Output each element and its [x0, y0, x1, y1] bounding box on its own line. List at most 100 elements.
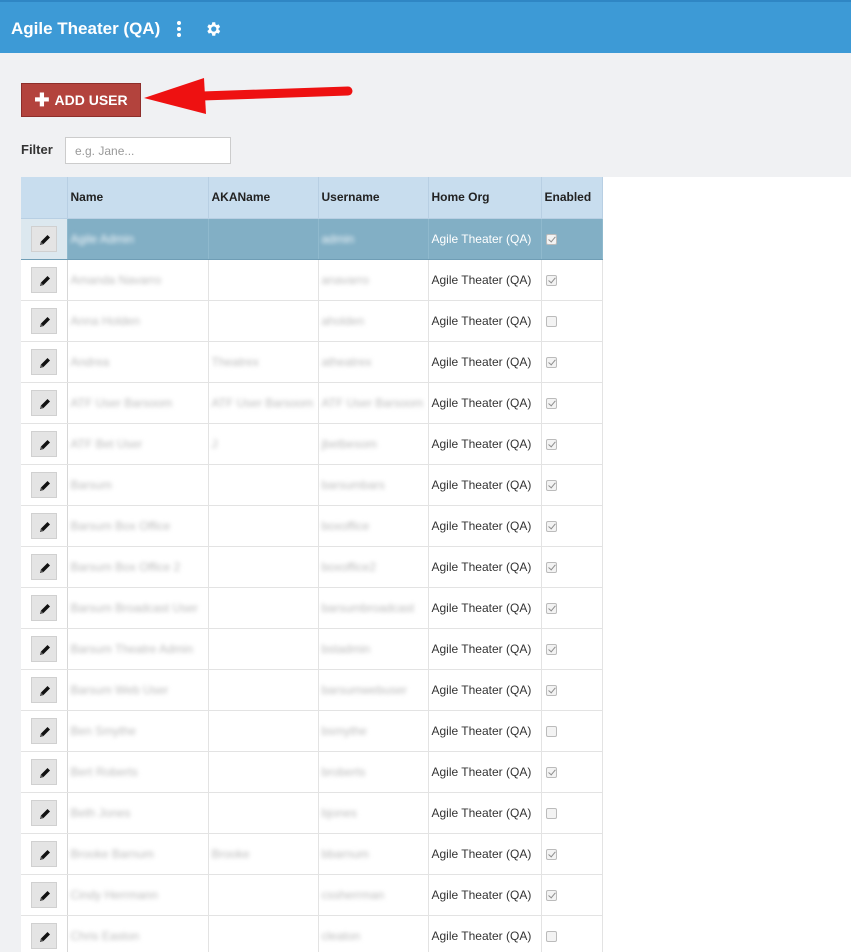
user-home-org: Agile Theater (QA) — [431, 887, 532, 902]
edit-user-button[interactable] — [30, 471, 57, 498]
edit-user-button[interactable] — [30, 594, 57, 621]
table-row[interactable]: Beth Jones bjones Agile Theater (QA) — [21, 792, 603, 834]
user-name: Barsum Box Office — [70, 518, 171, 533]
table-row[interactable]: Barsum Box Office 2 boxoffice2 Agile Theat… — [21, 546, 603, 588]
edit-user-button[interactable] — [30, 922, 57, 949]
table-row[interactable]: Andrea Theatrex atheatrex Agile Theater (QA… — [21, 341, 603, 383]
enabled-checkbox[interactable] — [545, 233, 557, 245]
table-row[interactable]: Brooke Barnum Brooke bbarnum Agile Theater … — [21, 833, 603, 875]
user-name: Bert Roberts — [70, 764, 138, 779]
table-row[interactable]: Barsum Broadcast User barsumbroadcast Agil… — [21, 587, 603, 629]
cell-home-org: Agile Theater (QA) — [428, 669, 542, 711]
column-header-username[interactable]: Username — [318, 177, 429, 219]
user-username: bstadmin — [321, 641, 371, 656]
enabled-checkbox[interactable] — [545, 479, 557, 491]
enabled-checkbox[interactable] — [545, 356, 557, 368]
cell-enabled — [541, 915, 603, 952]
edit-user-button[interactable] — [30, 266, 57, 293]
edit-user-button[interactable] — [30, 553, 57, 580]
edit-cell — [21, 505, 68, 547]
edit-user-button[interactable] — [30, 635, 57, 662]
enabled-checkbox[interactable] — [545, 643, 557, 655]
edit-user-button[interactable] — [30, 676, 57, 703]
cell-enabled — [541, 546, 603, 588]
enabled-checkbox[interactable] — [545, 766, 557, 778]
enabled-checkbox[interactable] — [545, 602, 557, 614]
table-row[interactable]: Anna Holden aholden Agile Theater (QA) — [21, 300, 603, 342]
table-row[interactable]: Barsum Box Office boxoffice Agile Theater … — [21, 505, 603, 547]
enabled-checkbox[interactable] — [545, 684, 557, 696]
user-username: broberts — [321, 764, 366, 779]
enabled-checkbox[interactable] — [545, 848, 557, 860]
column-header-home-org[interactable]: Home Org — [428, 177, 542, 219]
cell-name: Barsum — [67, 464, 209, 506]
table-row[interactable]: Cindy Herrmann cssherrman Agile Theater (Q… — [21, 874, 603, 916]
edit-user-button[interactable] — [30, 307, 57, 334]
edit-cell — [21, 259, 68, 301]
column-header-akaname[interactable]: AKAName — [208, 177, 319, 219]
table-row[interactable]: Agile Admin admin Agile Theater (QA) — [21, 218, 603, 260]
table-row[interactable]: Barsum Theatre Admin bstadmin Agile Theate… — [21, 628, 603, 670]
user-home-org: Agile Theater (QA) — [431, 764, 532, 779]
table-row[interactable]: Bert Roberts broberts Agile Theater (QA) — [21, 751, 603, 793]
table-row[interactable]: Barsum barsumbars Agile Theater (QA) — [21, 464, 603, 506]
user-akaname: Theatrex — [211, 354, 259, 369]
table-row[interactable]: ATF Bet User Jjbetbesom Agile Theater (QA) — [21, 423, 603, 465]
cell-name: Chris Easton — [67, 915, 209, 952]
edit-user-button[interactable] — [30, 840, 57, 867]
edit-user-button[interactable] — [30, 717, 57, 744]
edit-user-button[interactable] — [30, 758, 57, 785]
user-akaname: J — [211, 436, 218, 451]
enabled-checkbox[interactable] — [545, 315, 557, 327]
cell-username: barsumbroadcast — [318, 587, 429, 629]
user-username: boxoffice2 — [321, 559, 377, 574]
cell-name: ATF User Barsoom — [67, 382, 209, 424]
enabled-checkbox[interactable] — [545, 930, 557, 942]
column-header-enabled[interactable]: Enabled — [541, 177, 603, 219]
enabled-checkbox[interactable] — [545, 438, 557, 450]
cell-username: bbarnum — [318, 833, 429, 875]
user-name: Andrea — [70, 354, 110, 369]
edit-cell — [21, 464, 68, 506]
user-akaname: ATF User Barsoom — [211, 395, 314, 410]
table-row[interactable]: Chris Easton cleaton Agile Theater (QA) — [21, 915, 603, 952]
cell-enabled — [541, 874, 603, 916]
edit-user-button[interactable] — [30, 348, 57, 375]
edit-user-button[interactable] — [30, 512, 57, 539]
edit-user-button[interactable] — [30, 430, 57, 457]
edit-cell — [21, 915, 68, 952]
cell-username: broberts — [318, 751, 429, 793]
table-row[interactable]: Amanda Navarro anavarro Agile Theater (QA) — [21, 259, 603, 301]
column-header-name[interactable]: Name — [67, 177, 209, 219]
edit-user-button[interactable] — [30, 799, 57, 826]
cell-akaname — [208, 587, 319, 629]
table-row[interactable]: ATF User Barsoom ATF User Barsoom ATF User… — [21, 382, 603, 424]
table-row[interactable]: Barsum Web User barsumwebuser Agile Theate… — [21, 669, 603, 711]
edit-user-button[interactable] — [30, 225, 57, 252]
filter-input[interactable] — [65, 137, 231, 164]
kebab-icon[interactable] — [171, 18, 187, 40]
add-user-button[interactable]: ✚ ADD USER — [21, 83, 141, 117]
enabled-checkbox[interactable] — [545, 274, 557, 286]
cell-name: Barsum Theatre Admin — [67, 628, 209, 670]
cell-home-org: Agile Theater (QA) — [428, 710, 542, 752]
gear-icon[interactable] — [204, 20, 222, 38]
edit-user-button[interactable] — [30, 389, 57, 416]
cell-enabled — [541, 259, 603, 301]
cell-akaname: ATF User Barsoom — [208, 382, 319, 424]
enabled-checkbox[interactable] — [545, 520, 557, 532]
edit-user-button[interactable] — [30, 881, 57, 908]
table-row[interactable]: Ben Smythe bsmythe Agile Theater (QA) — [21, 710, 603, 752]
edit-cell — [21, 751, 68, 793]
enabled-checkbox[interactable] — [545, 807, 557, 819]
cell-username: cleaton — [318, 915, 429, 952]
enabled-checkbox[interactable] — [545, 889, 557, 901]
user-home-org: Agile Theater (QA) — [431, 600, 532, 615]
enabled-checkbox[interactable] — [545, 725, 557, 737]
cell-name: Beth Jones — [67, 792, 209, 834]
enabled-checkbox[interactable] — [545, 561, 557, 573]
user-username: bsmythe — [321, 723, 367, 738]
cell-home-org: Agile Theater (QA) — [428, 833, 542, 875]
user-username: barsumbars — [321, 477, 385, 492]
enabled-checkbox[interactable] — [545, 397, 557, 409]
